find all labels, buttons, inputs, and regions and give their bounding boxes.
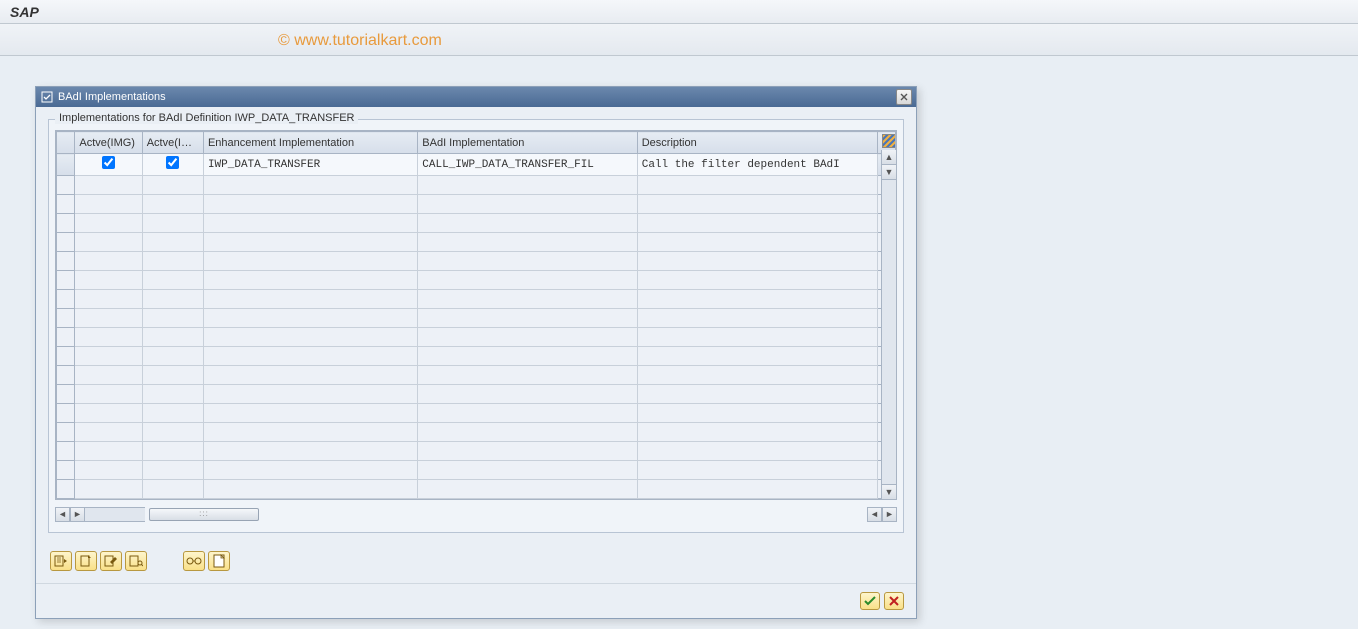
row-selector[interactable] xyxy=(57,233,75,252)
table-config-icon[interactable] xyxy=(882,134,896,148)
row-selector[interactable] xyxy=(57,423,75,442)
table-row[interactable] xyxy=(57,252,896,271)
table-row[interactable] xyxy=(57,404,896,423)
implementations-groupbox: Implementations for BAdI Definition IWP_… xyxy=(48,119,904,533)
hscroll-right-inner-icon[interactable]: ► xyxy=(70,507,85,522)
table-row[interactable] xyxy=(57,385,896,404)
col-description[interactable]: Description xyxy=(637,132,877,154)
cell-active-img[interactable] xyxy=(75,154,142,176)
change-implementation-button[interactable] xyxy=(100,551,122,571)
hscroll-left2-icon[interactable]: ◄ xyxy=(867,507,882,522)
table-row[interactable] xyxy=(57,290,896,309)
table-row[interactable] xyxy=(57,176,896,195)
row-selector[interactable] xyxy=(57,252,75,271)
badi-implementations-dialog: BAdI Implementations Implementations for… xyxy=(35,86,917,619)
new-entry-button[interactable] xyxy=(208,551,230,571)
table-row[interactable]: IWP_DATA_TRANSFERCALL_IWP_DATA_TRANSFER_… xyxy=(57,154,896,176)
glasses-display-button[interactable] xyxy=(183,551,205,571)
row-selector[interactable] xyxy=(57,385,75,404)
table-row[interactable] xyxy=(57,233,896,252)
cell-enhancement[interactable]: IWP_DATA_TRANSFER xyxy=(203,154,417,176)
hscroll-thumb[interactable] xyxy=(149,508,259,521)
dialog-footer xyxy=(36,583,916,618)
cell-active-im[interactable] xyxy=(142,154,203,176)
dialog-icon xyxy=(40,90,54,104)
table-row[interactable] xyxy=(57,328,896,347)
row-selector[interactable] xyxy=(57,442,75,461)
scroll-down-arrow-top[interactable]: ▼ xyxy=(882,165,896,180)
table-row[interactable] xyxy=(57,214,896,233)
row-selector[interactable] xyxy=(57,328,75,347)
row-selector[interactable] xyxy=(57,154,75,176)
row-selector[interactable] xyxy=(57,176,75,195)
cell-description[interactable]: Call the filter dependent BAdI xyxy=(637,154,877,176)
row-selector[interactable] xyxy=(57,366,75,385)
row-selector[interactable] xyxy=(57,309,75,328)
row-selector[interactable] xyxy=(57,290,75,309)
implementations-table: Actve(IMG) Actve(Im... Enhancement Imple… xyxy=(55,130,897,500)
col-active-im[interactable]: Actve(Im... xyxy=(142,132,203,154)
hscroll-left-icon[interactable]: ◄ xyxy=(55,507,70,522)
row-selector[interactable] xyxy=(57,480,75,499)
implementation-overview-button[interactable] xyxy=(50,551,72,571)
dialog-title: BAdI Implementations xyxy=(58,91,166,103)
toolbar-strip xyxy=(0,24,1358,56)
table-row[interactable] xyxy=(57,423,896,442)
action-button-row xyxy=(48,551,904,571)
row-selector[interactable] xyxy=(57,214,75,233)
vertical-scrollbar[interactable]: ▲ ▼ ▼ xyxy=(881,150,896,499)
col-badi-impl[interactable]: BAdI Implementation xyxy=(418,132,637,154)
display-implementation-button[interactable] xyxy=(125,551,147,571)
table-row[interactable] xyxy=(57,347,896,366)
table-row[interactable] xyxy=(57,271,896,290)
close-icon[interactable] xyxy=(896,89,912,105)
col-active-img[interactable]: Actve(IMG) xyxy=(75,132,142,154)
scroll-track[interactable] xyxy=(882,180,896,484)
col-enhancement[interactable]: Enhancement Implementation xyxy=(203,132,417,154)
group-title: Implementations for BAdI Definition IWP_… xyxy=(55,112,358,124)
scroll-down-icon[interactable]: ▼ xyxy=(882,484,896,499)
table-row[interactable] xyxy=(57,366,896,385)
row-selector[interactable] xyxy=(57,271,75,290)
cell-badi-impl[interactable]: CALL_IWP_DATA_TRANSFER_FIL xyxy=(418,154,637,176)
row-selector[interactable] xyxy=(57,461,75,480)
active-img-checkbox[interactable] xyxy=(102,156,115,169)
hscroll-right-icon[interactable]: ► xyxy=(882,507,897,522)
table-row[interactable] xyxy=(57,461,896,480)
table-row[interactable] xyxy=(57,195,896,214)
table-row[interactable] xyxy=(57,442,896,461)
active-im-checkbox[interactable] xyxy=(166,156,179,169)
horizontal-scrollbar[interactable]: ◄ ► ◄ ► xyxy=(55,506,897,522)
col-row-selector[interactable] xyxy=(57,132,75,154)
dialog-titlebar[interactable]: BAdI Implementations xyxy=(36,87,916,107)
table-row[interactable] xyxy=(57,309,896,328)
table-row[interactable] xyxy=(57,480,896,499)
ok-button[interactable] xyxy=(860,592,880,610)
scroll-up-icon[interactable]: ▲ xyxy=(882,150,896,165)
app-title: SAP xyxy=(0,0,1358,24)
row-selector[interactable] xyxy=(57,404,75,423)
create-implementation-button[interactable] xyxy=(75,551,97,571)
cancel-button[interactable] xyxy=(884,592,904,610)
row-selector[interactable] xyxy=(57,347,75,366)
row-selector[interactable] xyxy=(57,195,75,214)
